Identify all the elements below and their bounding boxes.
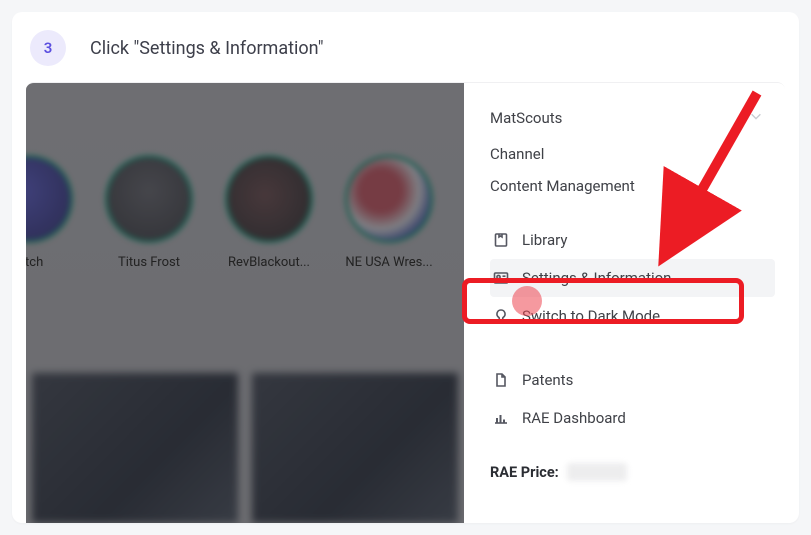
menu-item-dark-mode[interactable]: Switch to Dark Mode	[490, 297, 775, 335]
avatar-label: RevBlackout...	[228, 255, 310, 270]
section-content-management[interactable]: Content Management	[490, 177, 775, 195]
screenshot-area: Fitch Titus Frost RevBlackout... NE USA …	[26, 82, 785, 523]
avatar-item[interactable]: Fitch	[26, 155, 80, 270]
workspace-dropdown[interactable]: MatScouts	[490, 109, 775, 127]
step-title: Click "Settings & Information"	[90, 38, 323, 59]
menu-group-2: Patents RAE Dashboard	[490, 355, 775, 437]
avatar	[105, 155, 193, 243]
menu-label: RAE Dashboard	[522, 409, 626, 427]
content-thumbnails	[26, 373, 464, 523]
thumbnail[interactable]	[252, 373, 458, 523]
document-icon	[492, 371, 510, 389]
rae-price-value	[567, 463, 627, 481]
avatar	[345, 155, 433, 243]
avatar-item[interactable]: Titus Frost	[98, 155, 200, 270]
avatar-item[interactable]: RevBlackout...	[218, 155, 320, 270]
menu-item-library[interactable]: Library	[490, 221, 775, 259]
section-channel[interactable]: Channel	[490, 145, 775, 163]
menu-item-patents[interactable]: Patents	[490, 361, 775, 399]
bar-chart-icon	[492, 409, 510, 427]
thumbnail[interactable]	[32, 373, 238, 523]
dimmed-background: Fitch Titus Frost RevBlackout... NE USA …	[26, 83, 464, 523]
step-number-badge: 3	[30, 30, 66, 66]
rae-price-label: RAE Price:	[490, 464, 559, 481]
menu-list: Library Settings & Information Switch to…	[490, 221, 775, 481]
menu-item-rae-dashboard[interactable]: RAE Dashboard	[490, 399, 775, 437]
workspace-name: MatScouts	[490, 109, 562, 127]
avatar	[225, 155, 313, 243]
id-card-icon	[492, 269, 510, 287]
avatar-label: NE USA Wres...	[345, 255, 432, 270]
step-number: 3	[44, 39, 53, 57]
lightbulb-icon	[492, 307, 510, 325]
avatar-label: Titus Frost	[118, 255, 180, 270]
menu-label: Library	[522, 231, 567, 249]
avatar-label: Fitch	[26, 255, 43, 270]
avatar-item[interactable]: NE USA Wres...	[338, 155, 440, 270]
instruction-card: 3 Click "Settings & Information" Fitch T…	[12, 12, 799, 523]
avatars-row: Fitch Titus Frost RevBlackout... NE USA …	[26, 155, 440, 270]
chevron-down-icon	[749, 109, 763, 127]
library-icon	[492, 231, 510, 249]
step-header: 3 Click "Settings & Information"	[26, 26, 785, 82]
menu-label: Settings & Information	[522, 269, 671, 287]
menu-label: Patents	[522, 371, 573, 389]
sidebar-menu-panel: MatScouts Channel Content Management Lib…	[464, 83, 785, 523]
avatar	[26, 155, 73, 243]
menu-label: Switch to Dark Mode	[522, 307, 660, 325]
rae-price-row: RAE Price:	[490, 463, 775, 481]
menu-item-settings-information[interactable]: Settings & Information	[490, 259, 775, 297]
